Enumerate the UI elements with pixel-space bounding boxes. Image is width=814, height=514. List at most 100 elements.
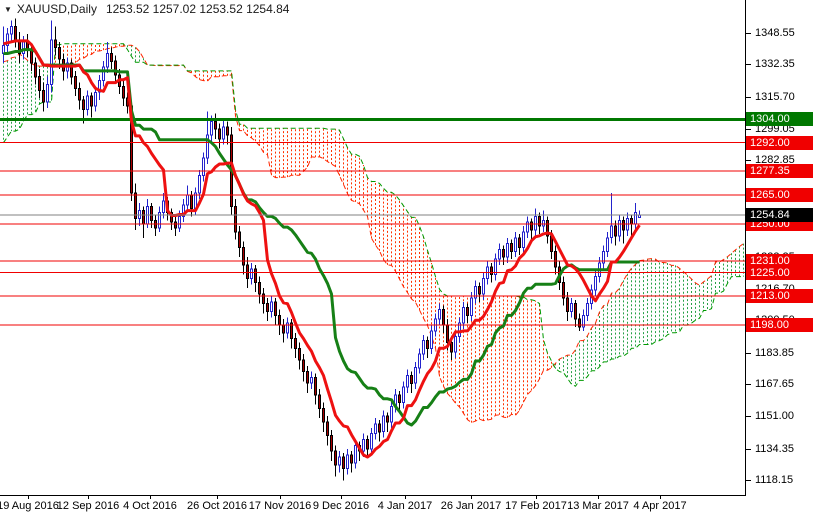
price-level-badge-1304.00: 1304.00 — [746, 112, 813, 126]
bull-candle-body — [431, 331, 433, 349]
bear-candle-body — [335, 451, 337, 465]
bear-candle-body — [191, 195, 193, 209]
bull-candle-body — [147, 207, 149, 225]
bear-candle-body — [255, 269, 257, 283]
bear-candle-body — [79, 88, 81, 100]
price-tick-mark — [746, 129, 751, 130]
bear-candle-body — [59, 48, 61, 60]
bear-candle-body — [267, 304, 269, 312]
date-tick-label: 19 Aug 2016 — [0, 500, 59, 512]
bull-candle-body — [507, 244, 509, 258]
bull-candle-body — [355, 445, 357, 463]
bear-candle-body — [227, 127, 229, 135]
date-tick-mark — [660, 496, 661, 499]
date-tick-label: 4 Oct 2016 — [123, 500, 177, 512]
bear-candle-body — [479, 286, 481, 294]
bull-candle-body — [107, 54, 109, 68]
bear-candle-body — [15, 26, 17, 40]
bull-candle-body — [587, 304, 589, 316]
price-tick-label: 1183.85 — [755, 347, 794, 359]
price-tick-mark — [746, 33, 751, 34]
bear-candle-body — [115, 61, 117, 75]
date-tick-mark — [536, 496, 537, 499]
price-tick-mark — [746, 449, 751, 450]
time-axis[interactable]: 19 Aug 201612 Sep 20164 Oct 201626 Oct 2… — [0, 496, 814, 514]
price-axis[interactable]: 1348.551332.351315.701299.051282.851266.… — [746, 0, 814, 495]
price-tick-mark — [746, 480, 751, 481]
bear-candle-body — [243, 248, 245, 266]
price-tick-mark — [746, 353, 751, 354]
bull-candle-body — [363, 440, 365, 452]
tenkan-sen-line — [4, 41, 640, 457]
bear-candle-body — [151, 207, 153, 221]
bull-candle-body — [103, 67, 105, 81]
bull-candle-body — [199, 176, 201, 194]
date-tick-label: 9 Dec 2016 — [313, 500, 369, 512]
bear-candle-body — [343, 457, 345, 469]
bear-candle-body — [323, 409, 325, 423]
bull-candle-body — [47, 85, 49, 103]
price-chart-plot[interactable] — [0, 0, 746, 496]
bear-candle-body — [111, 54, 113, 62]
bull-candle-body — [423, 341, 425, 355]
bull-candle-body — [403, 387, 405, 403]
bear-candle-body — [331, 436, 333, 452]
bull-candle-body — [499, 249, 501, 259]
bull-candle-body — [419, 354, 421, 368]
bear-candle-body — [319, 395, 321, 409]
bull-candle-body — [407, 376, 409, 388]
date-tick-mark — [405, 496, 406, 499]
level-lines-group[interactable] — [0, 119, 745, 325]
bull-candle-body — [179, 216, 181, 228]
price-level-badge-1213.00: 1213.00 — [746, 289, 813, 303]
bear-candle-body — [427, 341, 429, 349]
price-level-badge-1265.00: 1265.00 — [746, 188, 813, 202]
bear-candle-body — [379, 424, 381, 432]
bull-candle-body — [483, 279, 485, 295]
bull-candle-body — [347, 455, 349, 469]
bear-candle-body — [75, 77, 77, 89]
bear-candle-body — [83, 100, 85, 110]
price-tick-mark — [746, 416, 751, 417]
bear-candle-body — [259, 282, 261, 294]
price-tick-label: 1315.70 — [755, 91, 795, 103]
bear-candle-body — [519, 238, 521, 248]
bull-candle-body — [619, 220, 621, 236]
price-tick-mark — [746, 64, 751, 65]
bear-candle-body — [615, 226, 617, 236]
bull-candle-body — [203, 158, 205, 176]
price-tick-label: 1167.65 — [755, 378, 794, 390]
bull-candle-body — [211, 121, 213, 135]
bull-candle-body — [455, 337, 457, 353]
bull-candle-body — [251, 269, 253, 279]
bear-candle-body — [623, 220, 625, 230]
bear-candle-body — [443, 310, 445, 326]
bear-candle-body — [43, 90, 45, 102]
bull-candle-body — [635, 213, 637, 225]
bear-candle-body — [451, 343, 453, 353]
bear-candle-body — [491, 267, 493, 275]
bull-candle-body — [439, 310, 441, 320]
date-tick-label: 12 Sep 2016 — [57, 500, 119, 512]
bear-candle-body — [123, 86, 125, 98]
date-tick-label: 13 Mar 2017 — [567, 500, 629, 512]
bear-candle-body — [303, 360, 305, 372]
date-tick-mark — [88, 496, 89, 499]
price-tick-label: 1118.15 — [755, 474, 793, 486]
bear-candle-body — [555, 251, 557, 266]
bull-candle-body — [595, 277, 597, 291]
bear-candle-body — [327, 422, 329, 436]
bull-candle-body — [611, 226, 613, 238]
price-tick-mark — [746, 97, 751, 98]
bear-candle-body — [175, 222, 177, 228]
bull-candle-body — [287, 323, 289, 333]
date-tick-label: 4 Jan 2017 — [378, 500, 432, 512]
bull-candle-body — [543, 220, 545, 226]
symbol-dropdown-icon[interactable]: ▼ — [4, 5, 12, 14]
bear-candle-body — [35, 63, 37, 77]
chart-canvas[interactable] — [0, 0, 745, 494]
bear-candle-body — [219, 129, 221, 139]
bull-candle-body — [187, 195, 189, 205]
bear-candle-body — [351, 455, 353, 463]
bear-candle-body — [143, 211, 145, 225]
